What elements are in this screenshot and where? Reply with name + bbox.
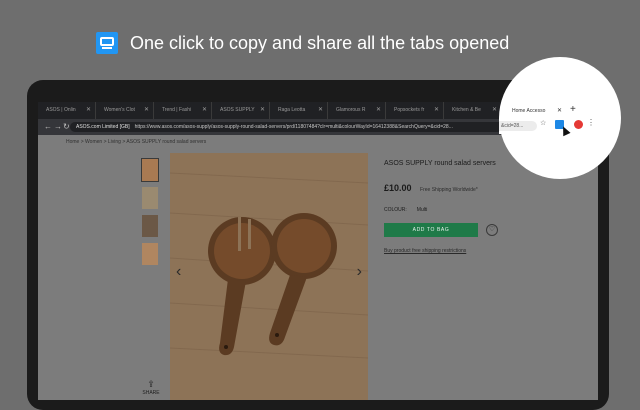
tab-close-icon[interactable]: ✕ <box>376 102 381 119</box>
secure-label: ASOS.com Limited [GB] <box>76 124 130 130</box>
tab-popsockets[interactable]: Popsockets fr ✕ <box>386 102 444 119</box>
share-label: SHARE <box>142 390 160 396</box>
tab-label: Kitchen & Be <box>452 107 481 113</box>
spotlight-url-fragment: &cid=28... <box>499 121 537 131</box>
breadcrumb-living[interactable]: Living <box>108 139 121 145</box>
tab-label: Trend | Fashi <box>162 107 192 113</box>
tab-label: Women's Clot <box>104 107 135 113</box>
share-icon: ⇪ <box>147 379 155 389</box>
next-image-icon[interactable]: › <box>357 263 362 281</box>
forward-icon[interactable]: → <box>54 119 62 135</box>
tab-close-icon[interactable]: ✕ <box>434 102 439 119</box>
product-thumbnail[interactable] <box>142 215 158 237</box>
breadcrumb-home[interactable]: Home <box>66 139 79 145</box>
url-field[interactable]: ASOS.com Limited [GB] https://www.asos.co… <box>70 122 540 132</box>
tab-asos-supply[interactable]: ASOS SUPPLY ✕ <box>212 102 270 119</box>
tab-close-icon[interactable]: ✕ <box>86 102 91 119</box>
spotlight-star-icon[interactable]: ☆ <box>540 119 546 127</box>
breadcrumb: Home > Women > Living > ASOS SUPPLY roun… <box>66 139 207 145</box>
price-row: £10.00 Free Shipping Worldwide* <box>384 183 478 193</box>
tab-close-icon[interactable]: ✕ <box>260 102 265 119</box>
promo-text: One click to copy and share all the tabs… <box>130 32 510 53</box>
product-title: ASOS SUPPLY round salad servers <box>384 160 496 167</box>
spotlight-new-tab-icon[interactable]: + <box>570 103 576 117</box>
tab-label: Raga Leotta <box>278 107 306 113</box>
tab-close-icon[interactable]: ✕ <box>492 102 497 119</box>
tab-label: Popsockets fr <box>394 107 425 113</box>
save-heart-icon[interactable]: ♡ <box>486 224 498 236</box>
tab-raga-leotta[interactable]: Raga Leotta ✕ <box>270 102 328 119</box>
tab-label: Glamorous R <box>336 107 366 113</box>
free-shipping-text[interactable]: Free Shipping Worldwide* <box>420 187 478 193</box>
tab-kitchen[interactable]: Kitchen & Be ✕ <box>444 102 502 119</box>
tab-close-icon[interactable]: ✕ <box>144 102 149 119</box>
spotlight-tab-close-icon[interactable]: ✕ <box>557 104 562 118</box>
product-thumbnail[interactable] <box>142 243 158 265</box>
add-to-bag-button[interactable]: ADD TO BAG <box>384 223 478 237</box>
prev-image-icon[interactable]: ‹ <box>176 263 181 281</box>
promo-banner: One click to copy and share all the tabs… <box>96 30 509 56</box>
back-icon[interactable]: ← <box>44 119 52 135</box>
product-price: £10.00 <box>384 183 412 193</box>
tab-close-icon[interactable]: ✕ <box>202 102 207 119</box>
share-button[interactable]: ⇪ SHARE <box>141 379 161 396</box>
product-thumbnail[interactable] <box>142 187 158 209</box>
colour-value: Multi <box>416 207 428 213</box>
spotlight-pinterest-icon[interactable] <box>574 120 583 129</box>
spotlight-menu-icon[interactable]: ⋮ <box>587 118 595 127</box>
breadcrumb-current: ASOS SUPPLY round salad servers <box>126 139 207 145</box>
tab-trend-fashion[interactable]: Trend | Fashi ✕ <box>154 102 212 119</box>
tab-asos-online[interactable]: ASOS | Onlin ✕ <box>38 102 96 119</box>
tab-womens-clothing[interactable]: Women's Clot ✕ <box>96 102 154 119</box>
tabs-copy-icon <box>96 32 118 54</box>
product-page: Home > Women > Living > ASOS SUPPLY roun… <box>38 135 598 400</box>
shipping-restrictions-link[interactable]: Buy product free shipping restrictions <box>384 248 466 254</box>
tab-label: ASOS SUPPLY <box>220 107 255 113</box>
colour-label: COLOUR: <box>384 207 407 213</box>
tab-label: ASOS | Onlin <box>46 107 76 113</box>
breadcrumb-women[interactable]: Women <box>85 139 102 145</box>
product-image: ‹ › <box>170 153 368 400</box>
salad-servers-illustration <box>170 153 368 400</box>
product-thumbnail[interactable] <box>141 158 159 182</box>
tab-close-icon[interactable]: ✕ <box>318 102 323 119</box>
tab-glamorous[interactable]: Glamorous R ✕ <box>328 102 386 119</box>
url-text: https://www.asos.com/asos-supply/asos-su… <box>134 124 453 130</box>
reload-icon[interactable]: ↻ <box>63 119 70 135</box>
colour-row: COLOUR: Multi <box>384 207 427 213</box>
